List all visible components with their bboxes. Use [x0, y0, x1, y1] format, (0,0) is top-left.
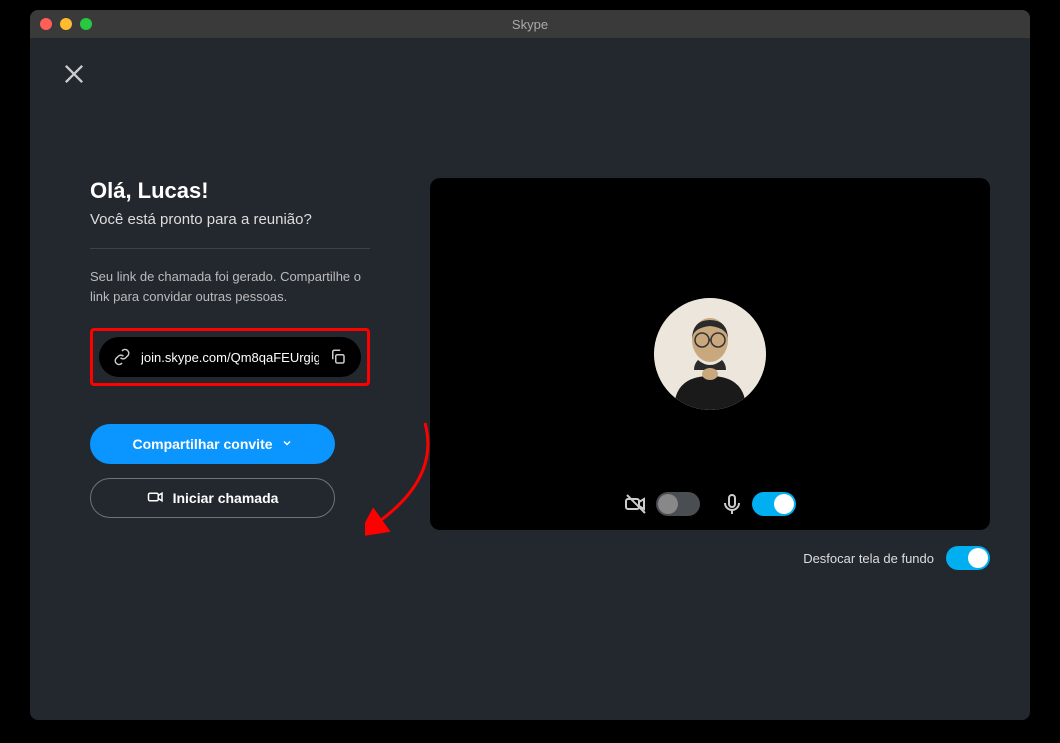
left-panel: Olá, Lucas! Você está pronto para a reun…	[90, 178, 370, 570]
traffic-lights	[40, 18, 92, 30]
camera-control	[624, 492, 700, 516]
copy-icon[interactable]	[329, 348, 347, 366]
greeting-subtext: Você está pronto para a reunião?	[90, 210, 370, 230]
instruction-text: Seu link de chamada foi gerado. Comparti…	[90, 267, 370, 306]
mic-icon	[720, 492, 744, 516]
camera-toggle[interactable]	[656, 492, 700, 516]
video-call-icon	[147, 488, 165, 509]
link-icon	[113, 348, 131, 366]
video-preview	[430, 178, 990, 530]
start-call-button[interactable]: Iniciar chamada	[90, 478, 335, 518]
blur-background-row: Desfocar tela de fundo	[430, 546, 990, 570]
divider	[90, 248, 370, 249]
window-minimize-button[interactable]	[60, 18, 72, 30]
app-window: Skype Olá, Lucas! Você está pronto para …	[30, 10, 1030, 720]
avatar	[654, 298, 766, 410]
share-invite-button[interactable]: Compartilhar convite	[90, 424, 335, 464]
share-invite-label: Compartilhar convite	[132, 436, 272, 452]
blur-background-label: Desfocar tela de fundo	[803, 551, 934, 566]
close-button[interactable]	[60, 60, 88, 88]
window-close-button[interactable]	[40, 18, 52, 30]
camera-off-icon	[624, 492, 648, 516]
start-call-label: Iniciar chamada	[173, 490, 279, 506]
mic-control	[720, 492, 796, 516]
window-maximize-button[interactable]	[80, 18, 92, 30]
greeting-heading: Olá, Lucas!	[90, 178, 370, 204]
window-title: Skype	[512, 17, 548, 32]
meeting-link-field[interactable]: join.skype.com/Qm8qaFEUrgig	[99, 337, 361, 377]
annotation-highlight-box: join.skype.com/Qm8qaFEUrgig	[90, 328, 370, 386]
chevron-down-icon	[281, 436, 293, 452]
titlebar: Skype	[30, 10, 1030, 38]
meeting-link-text: join.skype.com/Qm8qaFEUrgig	[141, 350, 319, 365]
mic-toggle[interactable]	[752, 492, 796, 516]
blur-background-toggle[interactable]	[946, 546, 990, 570]
right-panel: Desfocar tela de fundo	[430, 178, 1000, 570]
av-controls	[624, 492, 796, 516]
